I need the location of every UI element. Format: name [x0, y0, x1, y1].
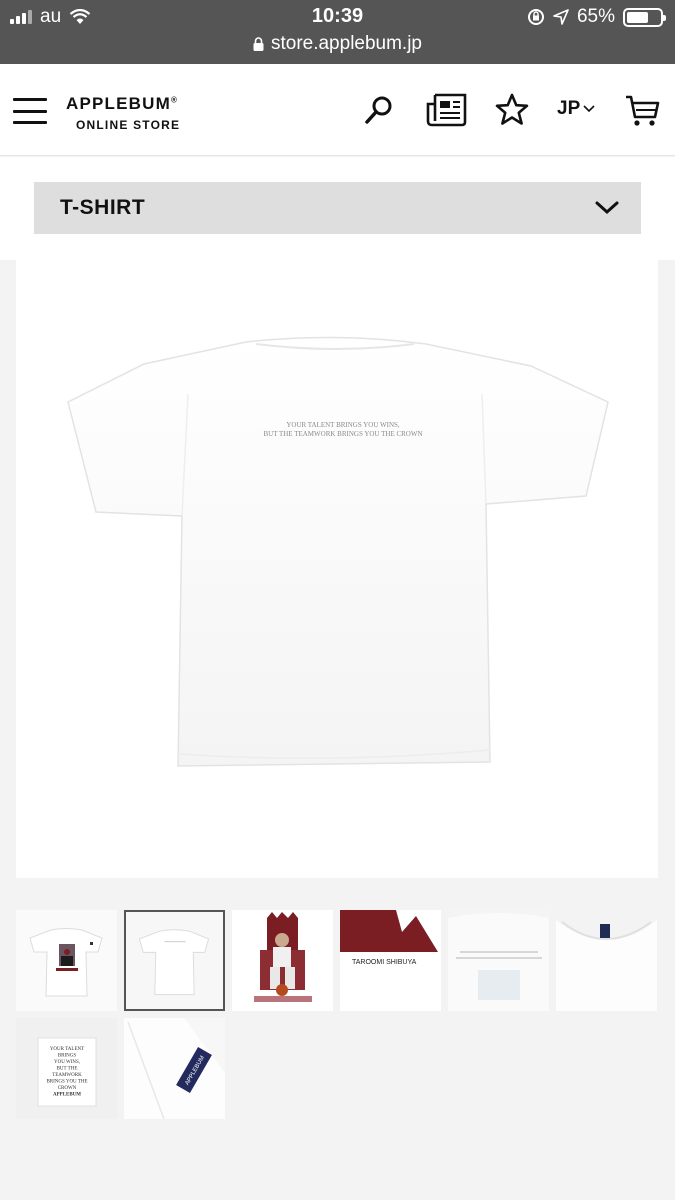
tshirt-back-image: [126, 912, 223, 1009]
star-icon[interactable]: [494, 92, 530, 128]
label-text-line: BRINGS: [58, 1054, 77, 1059]
language-label: JP: [557, 98, 581, 119]
status-right: 65%: [527, 6, 666, 28]
registered-mark: ®: [171, 95, 179, 105]
search-icon[interactable]: [364, 95, 394, 125]
artwork-image: [232, 910, 333, 1011]
site-header: APPLEBUM® ONLINE STORE JP: [0, 64, 675, 156]
address-bar[interactable]: store.applebum.jp: [0, 33, 675, 55]
rotation-lock-icon: [527, 9, 544, 25]
status-bar: au 10:39 65% store.applebum.jp: [0, 0, 675, 64]
url-text: store.applebum.jp: [270, 33, 423, 54]
tshirt-front-image: [16, 910, 117, 1011]
location-icon: [553, 9, 569, 25]
thumbnail-4[interactable]: TAROOMI SHIBUYA: [340, 910, 441, 1011]
thumbnail-6[interactable]: [556, 910, 657, 1011]
print-text-line1: YOUR TALENT BRINGS YOU WINS,: [286, 421, 400, 429]
tshirt-back-image: YOUR TALENT BRINGS YOU WINS, BUT THE TEA…: [67, 336, 609, 767]
brand-subtitle: ONLINE STORE: [76, 118, 181, 132]
thumbnail-5[interactable]: [448, 910, 549, 1011]
product-main-image[interactable]: YOUR TALENT BRINGS YOU WINS, BUT THE TEA…: [16, 234, 658, 878]
label-text-line: YOUR TALENT: [50, 1047, 84, 1052]
thumbnail-8[interactable]: APPLEBUM: [124, 1018, 225, 1119]
thumbnail-2[interactable]: [124, 910, 225, 1011]
store-logo[interactable]: APPLEBUM® ONLINE STORE: [66, 94, 180, 132]
brand-name: APPLEBUM®: [66, 94, 179, 113]
label-text-line: CROWN: [58, 1086, 77, 1091]
news-icon[interactable]: [426, 92, 468, 128]
back-print-closeup-image: [448, 910, 549, 1011]
chevron-down-icon: [595, 201, 619, 215]
chevron-down-icon: [583, 105, 595, 113]
category-select[interactable]: T-SHIRT: [34, 182, 641, 234]
label-image: YOUR TALENT BRINGSYOU WINS, BUT THETEAMWOR…: [16, 1018, 117, 1119]
thumbnail-7[interactable]: YOUR TALENT BRINGS YOU WINS, BUT THE TEAMWOR…: [16, 1018, 117, 1119]
cart-icon[interactable]: [624, 93, 660, 129]
collar-image: [556, 910, 657, 1011]
sleeve-tag-image: APPLEBUM: [124, 1018, 225, 1119]
category-label: T-SHIRT: [60, 196, 146, 219]
thumbnail-tagline: TAROOMI SHIBUYA: [352, 959, 417, 966]
print-text-line2: BUT THE TEAMWORK BRINGS YOU THE CROWN: [263, 430, 422, 438]
label-text-line: BUT THE: [57, 1067, 78, 1072]
print-closeup-image: TAROOMI SHIBUYA: [340, 910, 441, 1011]
language-selector[interactable]: JP: [557, 98, 595, 120]
label-text-line: APPLEBUM: [53, 1093, 81, 1098]
battery-icon: [623, 7, 666, 27]
battery-percent: 65%: [576, 6, 615, 27]
lock-icon: [253, 37, 264, 51]
menu-icon[interactable]: [13, 98, 47, 124]
label-text-line: BRINGS YOU THE: [46, 1080, 87, 1085]
label-text-line: YOU WINS,: [54, 1060, 80, 1065]
label-text-line: TEAMWORK: [52, 1073, 82, 1078]
thumbnail-1[interactable]: [16, 910, 117, 1011]
thumbnail-3[interactable]: [232, 910, 333, 1011]
